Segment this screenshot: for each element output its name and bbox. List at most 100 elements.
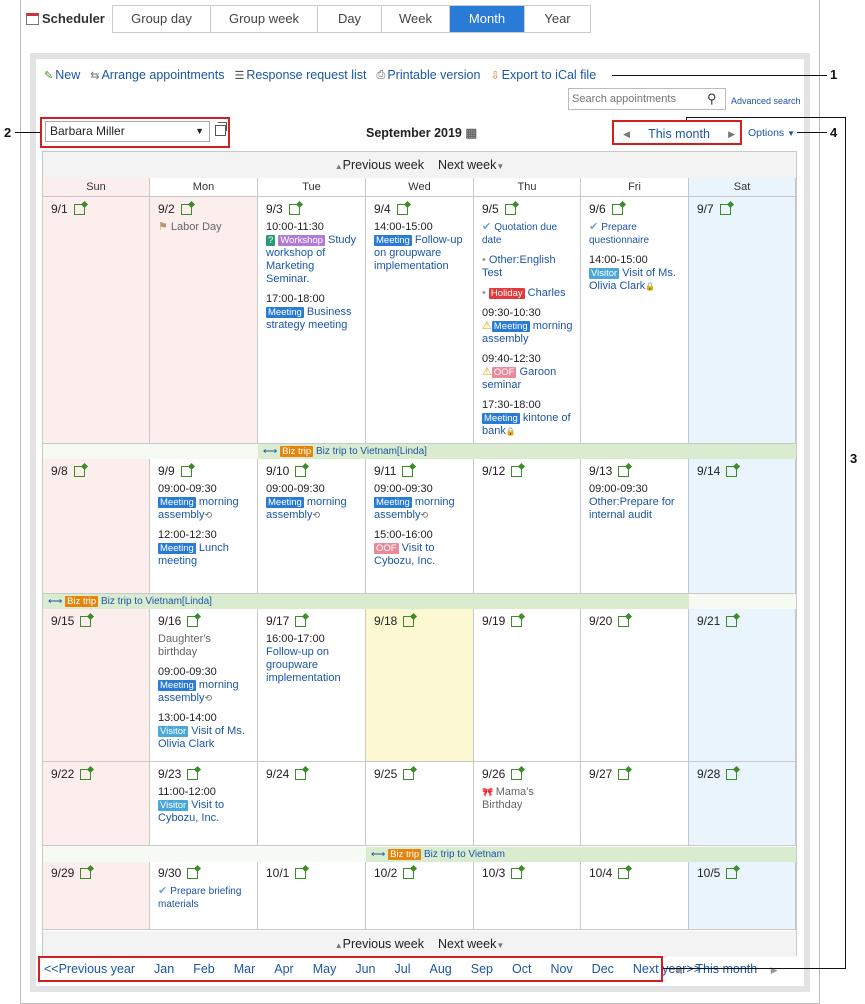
tab-year[interactable]: Year [525,6,590,32]
add-appointment-icon[interactable] [618,867,630,879]
add-appointment-icon[interactable] [187,615,199,627]
day-date[interactable]: 9/8 [51,464,68,478]
add-appointment-icon[interactable] [80,615,92,627]
tab-month[interactable]: Month [450,6,525,32]
biz-trip-band[interactable]: ⟷ Biz trip Biz trip to Vietnam [366,847,796,862]
add-appointment-icon[interactable] [403,867,415,879]
search-input[interactable] [569,89,707,109]
add-appointment-icon[interactable] [726,768,738,780]
appointment-title[interactable]: Follow-up on groupware implementation [266,646,341,684]
day-date[interactable]: 9/12 [482,464,505,478]
export-ical-button[interactable]: ⇩ Export to iCal file [490,68,596,82]
note-label[interactable]: Other:English Test [482,254,556,279]
day-date[interactable]: 9/11 [374,464,396,478]
add-appointment-icon[interactable] [402,465,414,477]
day-date[interactable]: 9/23 [158,767,181,781]
add-appointment-icon[interactable] [295,465,307,477]
appointment[interactable]: ✔ Prepare questionnaire [589,221,682,247]
day-date[interactable]: 9/17 [266,614,289,628]
day-date[interactable]: 9/2 [158,202,175,216]
add-appointment-icon[interactable] [80,768,92,780]
add-appointment-icon[interactable] [611,203,623,215]
add-appointment-icon[interactable] [719,203,731,215]
prev-week-link[interactable]: Previous week [343,158,424,172]
appointment[interactable]: 14:00-15:00 Visitor Visit of Ms. Olivia C… [589,254,682,293]
todo-label[interactable]: Quotation due date [482,222,557,246]
appointment[interactable]: • Other:English Test [482,254,574,280]
tab-week[interactable]: Week [382,6,450,32]
day-date[interactable]: 10/4 [589,866,612,880]
appointment-title[interactable]: Charles [528,287,566,299]
appointment[interactable]: 10:00-11:30? Workshop Study workshop of … [266,221,359,286]
calendar-picker-icon[interactable]: ▦ [465,126,477,140]
add-appointment-icon[interactable] [295,615,307,627]
appointment[interactable]: 15:00-16:00 OOF Visit to Cybozu, Inc. [374,529,467,568]
day-date[interactable]: 10/3 [482,866,505,880]
appointment[interactable]: • Holiday Charles [482,287,574,300]
appointment-title[interactable]: Other:Prepare for internal audit [589,496,675,521]
add-appointment-icon[interactable] [80,867,92,879]
add-appointment-icon[interactable] [726,615,738,627]
biz-trip-band[interactable]: ⟷ Biz trip Biz trip to Vietnam[Linda] [43,594,689,609]
appointment[interactable]: 09:00-09:30 Meeting morning assembly⟲ [158,666,251,705]
new-button[interactable]: ✎ New [44,68,80,82]
day-date[interactable]: 9/25 [374,767,397,781]
prev-week-link[interactable]: Previous week [343,937,424,951]
day-date[interactable]: 10/1 [266,866,289,880]
day-date[interactable]: 9/19 [482,614,505,628]
appointment[interactable]: 11:00-12:00 Visitor Visit to Cybozu, Inc. [158,786,251,825]
day-date[interactable]: 9/13 [589,464,612,478]
appointment[interactable]: 09:40-12:30 ⚠ OOF Garoon seminar [482,353,574,392]
appointment[interactable]: 09:00-09:30 Meeting morning assembly⟲ [158,483,251,522]
add-appointment-icon[interactable] [73,465,85,477]
tab-group-week[interactable]: Group week [211,6,318,32]
day-date[interactable]: 10/5 [697,866,720,880]
day-date[interactable]: 9/10 [266,464,289,478]
bottom-this-month-link[interactable]: This month [695,962,757,976]
day-date[interactable]: 9/6 [589,202,606,216]
options-menu[interactable]: Options ▼ [748,127,795,139]
add-appointment-icon[interactable] [288,203,300,215]
search-icon[interactable]: ⚲ [707,91,717,107]
appointment[interactable]: 09:30-10:30 ⚠ Meeting morning assembly [482,307,574,346]
appointment[interactable]: 13:00-14:00 Visitor Visit of Ms. Olivia C… [158,712,251,751]
day-date[interactable]: 9/7 [697,202,714,216]
tab-group-day[interactable]: Group day [113,6,211,32]
add-appointment-icon[interactable] [187,768,199,780]
add-appointment-icon[interactable] [511,867,523,879]
add-appointment-icon[interactable] [295,867,307,879]
day-date[interactable]: 9/20 [589,614,612,628]
printable-button[interactable]: ⎙ Printable version [377,68,481,82]
day-date[interactable]: 9/5 [482,202,499,216]
add-appointment-icon[interactable] [403,768,415,780]
appointment[interactable]: Daughter's birthday [158,633,251,659]
appointment[interactable]: 🎀 Mama's Birthday [482,786,574,812]
next-week-link[interactable]: Next week [438,158,496,172]
appointment[interactable]: ✔ Quotation due date [482,221,574,247]
next-month-icon-bottom[interactable]: ▶ [771,965,778,975]
day-date[interactable]: 9/4 [374,202,391,216]
next-week-link[interactable]: Next week [438,937,496,951]
appointment[interactable]: 09:00-09:30 Other:Prepare for internal au… [589,483,682,522]
add-appointment-icon[interactable] [618,768,630,780]
add-appointment-icon[interactable] [618,615,630,627]
day-date[interactable]: 9/9 [158,464,175,478]
add-appointment-icon[interactable] [403,615,415,627]
advanced-search-link[interactable]: Advanced search [731,96,801,106]
add-appointment-icon[interactable] [295,768,307,780]
arrange-button[interactable]: ⇆ Arrange appointments [90,68,224,82]
add-appointment-icon[interactable] [618,465,630,477]
day-date[interactable]: 9/1 [51,202,68,216]
prev-month-icon-bottom[interactable]: ◀ [675,965,682,975]
appointment[interactable]: 17:30-18:00 Meeting kintone of bank🔒 [482,399,574,438]
day-date[interactable]: 9/28 [697,767,720,781]
day-date[interactable]: 9/14 [697,464,720,478]
day-date[interactable]: 9/16 [158,614,181,628]
add-appointment-icon[interactable] [511,615,523,627]
appointment[interactable]: 17:00-18:00 Meeting Business strategy mee… [266,293,359,332]
appointment[interactable]: 09:00-09:30 Meeting morning assembly⟲ [266,483,359,522]
day-date[interactable]: 9/22 [51,767,74,781]
add-appointment-icon[interactable] [180,203,192,215]
biz-trip-band[interactable]: ⟷ Biz trip Biz trip to Vietnam[Linda] [258,444,796,459]
appointment[interactable]: 14:00-15:00 Meeting Follow-up on groupwar… [374,221,467,273]
